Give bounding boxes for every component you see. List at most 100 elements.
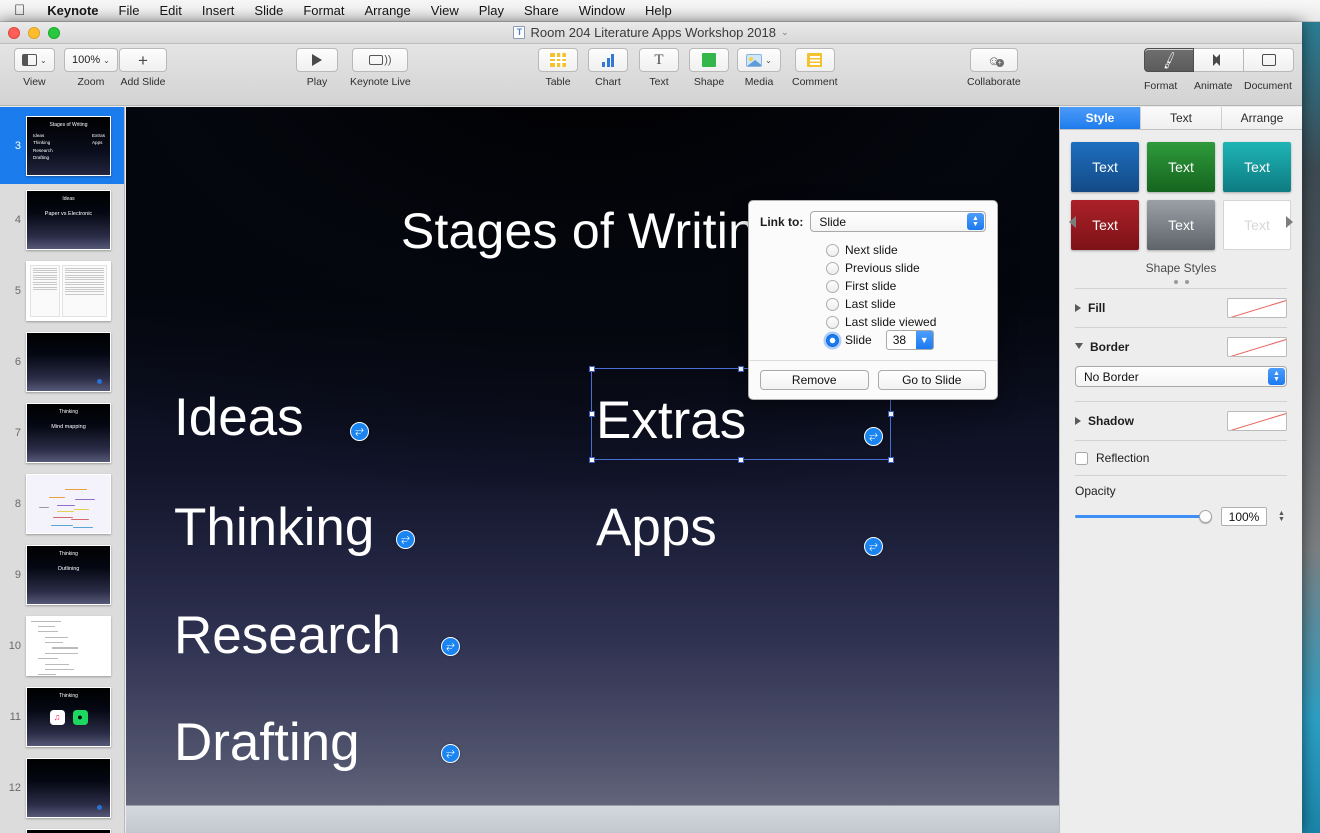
media-button[interactable]: ⌄ Media xyxy=(737,48,781,88)
menu-item-format[interactable]: Format xyxy=(293,0,354,22)
menu-item-help[interactable]: Help xyxy=(635,0,682,22)
animate-button[interactable] xyxy=(1194,48,1244,72)
text-button[interactable]: T Text xyxy=(639,48,679,88)
link-target-radio-group[interactable]: Next slide Previous slide First slide La… xyxy=(826,241,986,350)
menu-item-arrange[interactable]: Arrange xyxy=(355,0,421,22)
tab-style[interactable]: Style xyxy=(1060,107,1141,129)
slide-thumbnail-11[interactable]: 11 Thinking ♫ ● xyxy=(0,681,124,752)
link-arrow-icon[interactable]: ⥂ xyxy=(441,637,460,656)
slide-item-extras[interactable]: Extras xyxy=(596,390,746,451)
disclosure-triangle-icon[interactable] xyxy=(1075,343,1083,353)
radio-last-slide-viewed[interactable]: Last slide viewed xyxy=(826,313,986,331)
slide-thumbnail-8[interactable]: 8 xyxy=(0,468,124,539)
opacity-stepper[interactable]: ▲ ▼ xyxy=(1276,510,1287,523)
chevron-updown-icon[interactable]: ▲ ▼ xyxy=(1268,368,1285,385)
comment-button[interactable]: Comment xyxy=(792,48,838,88)
document-title[interactable]: T Room 204 Literature Apps Workshop 2018… xyxy=(513,25,789,40)
styles-prev-arrow-icon[interactable] xyxy=(1069,216,1076,228)
shape-style-gray[interactable]: Text xyxy=(1147,200,1215,250)
link-arrow-icon[interactable]: ⥂ xyxy=(441,744,460,763)
play-button[interactable]: Play xyxy=(296,48,338,88)
apple-menu-icon[interactable]:  xyxy=(8,0,37,22)
styles-next-arrow-icon[interactable] xyxy=(1286,216,1293,228)
menu-item-play[interactable]: Play xyxy=(469,0,514,22)
slide-thumbnail-10[interactable]: 10 xyxy=(0,610,124,681)
reflection-section[interactable]: Reflection xyxy=(1060,441,1302,475)
slide-thumbnail-4[interactable]: 4 Ideas Paper vs Electronic xyxy=(0,184,124,255)
shape-button[interactable]: Shape xyxy=(689,48,729,88)
minimize-button[interactable] xyxy=(28,27,40,39)
menu-item-view[interactable]: View xyxy=(421,0,469,22)
radio-next-slide[interactable]: Next slide xyxy=(826,241,986,259)
radio-first-slide[interactable]: First slide xyxy=(826,277,986,295)
radio-button[interactable] xyxy=(826,261,839,275)
remove-link-button[interactable]: Remove xyxy=(760,370,869,390)
radio-last-slide[interactable]: Last slide xyxy=(826,295,986,313)
shape-style-red[interactable]: Text xyxy=(1071,200,1139,250)
link-arrow-icon[interactable]: ⥂ xyxy=(350,422,369,441)
maximize-button[interactable] xyxy=(48,27,60,39)
chevron-updown-icon[interactable]: ▲ ▼ xyxy=(967,213,984,230)
fill-swatch-none[interactable] xyxy=(1227,298,1287,318)
radio-button-selected[interactable] xyxy=(826,333,839,347)
menu-item-slide[interactable]: Slide xyxy=(244,0,293,22)
zoom-button[interactable]: 100% ⌄ Zoom xyxy=(64,48,118,88)
menu-item-keynote[interactable]: Keynote xyxy=(37,0,108,22)
slide-thumbnail-3[interactable]: 3 Stages of Writing Ideas Thinking Resea… xyxy=(0,107,124,184)
shape-styles-grid[interactable]: Text Text Text Text Text Text xyxy=(1060,142,1302,250)
add-slide-button[interactable]: + Add Slide xyxy=(119,48,167,88)
shadow-section[interactable]: Shadow xyxy=(1060,402,1302,440)
link-popover[interactable]: Link to: Slide ▲ ▼ Next slide Previous sl… xyxy=(748,200,998,400)
link-to-select[interactable]: Slide ▲ ▼ xyxy=(810,211,986,232)
chart-button[interactable]: Chart xyxy=(588,48,628,88)
opacity-value[interactable]: 100% xyxy=(1221,507,1267,526)
radio-button[interactable] xyxy=(826,315,839,329)
styles-page-dots[interactable] xyxy=(1060,280,1302,284)
fill-section[interactable]: Fill xyxy=(1060,289,1302,327)
menu-item-edit[interactable]: Edit xyxy=(150,0,192,22)
shape-style-teal[interactable]: Text xyxy=(1223,142,1291,192)
slide-item-apps[interactable]: Apps xyxy=(596,497,717,558)
link-arrow-icon[interactable]: ⥂ xyxy=(396,530,415,549)
disclosure-triangle-icon[interactable] xyxy=(1075,304,1081,312)
chevron-down-icon[interactable]: ⌄ xyxy=(781,27,789,38)
slide-navigator[interactable]: 3 Stages of Writing Ideas Thinking Resea… xyxy=(0,107,125,833)
radio-previous-slide[interactable]: Previous slide xyxy=(826,259,986,277)
slide-item-ideas[interactable]: Ideas xyxy=(174,387,304,448)
radio-button[interactable] xyxy=(826,243,839,257)
tab-text[interactable]: Text xyxy=(1141,107,1222,129)
opacity-slider[interactable] xyxy=(1075,510,1212,524)
slide-item-drafting[interactable]: Drafting xyxy=(174,712,360,773)
radio-button[interactable] xyxy=(826,297,839,311)
slide-thumbnail-5[interactable]: 5 xyxy=(0,255,124,326)
table-button[interactable]: Table xyxy=(538,48,578,88)
keynote-live-button[interactable]: )) Keynote Live xyxy=(350,48,411,88)
reflection-checkbox[interactable] xyxy=(1075,451,1088,465)
slide-thumbnail-13[interactable]: 13 Research xyxy=(0,823,124,833)
shape-style-blue[interactable]: Text xyxy=(1071,142,1139,192)
close-button[interactable] xyxy=(8,27,20,39)
link-arrow-icon[interactable]: ⥂ xyxy=(864,427,883,446)
format-inspector[interactable]: Style Text Arrange Text Text Text Text T… xyxy=(1059,107,1302,833)
menu-item-insert[interactable]: Insert xyxy=(192,0,245,22)
slide-item-research[interactable]: Research xyxy=(174,605,401,666)
menu-item-share[interactable]: Share xyxy=(514,0,569,22)
border-swatch-none[interactable] xyxy=(1227,337,1287,357)
shape-style-green[interactable]: Text xyxy=(1147,142,1215,192)
collaborate-button[interactable]: ☺ + Collaborate xyxy=(967,48,1021,88)
document-button[interactable] xyxy=(1244,48,1294,72)
go-to-slide-button[interactable]: Go to Slide xyxy=(877,370,986,390)
shape-style-none[interactable]: Text xyxy=(1223,200,1291,250)
format-button[interactable]: 🖌 xyxy=(1144,48,1194,72)
view-button[interactable]: ⌄ View xyxy=(14,48,55,88)
disclosure-triangle-icon[interactable] xyxy=(1075,417,1081,425)
slide-thumbnail-6[interactable]: 6 xyxy=(0,326,124,397)
slide-item-thinking[interactable]: Thinking xyxy=(174,497,374,558)
tab-arrange[interactable]: Arrange xyxy=(1222,107,1302,129)
menu-item-window[interactable]: Window xyxy=(569,0,635,22)
slider-knob[interactable] xyxy=(1199,510,1212,523)
inspector-tabs[interactable]: Style Text Arrange xyxy=(1060,107,1302,130)
slide-thumbnail-7[interactable]: 7 Thinking Mind mapping xyxy=(0,397,124,468)
border-style-select[interactable]: No Border ▲ ▼ xyxy=(1075,366,1287,387)
slide-thumbnail-12[interactable]: 12 xyxy=(0,752,124,823)
